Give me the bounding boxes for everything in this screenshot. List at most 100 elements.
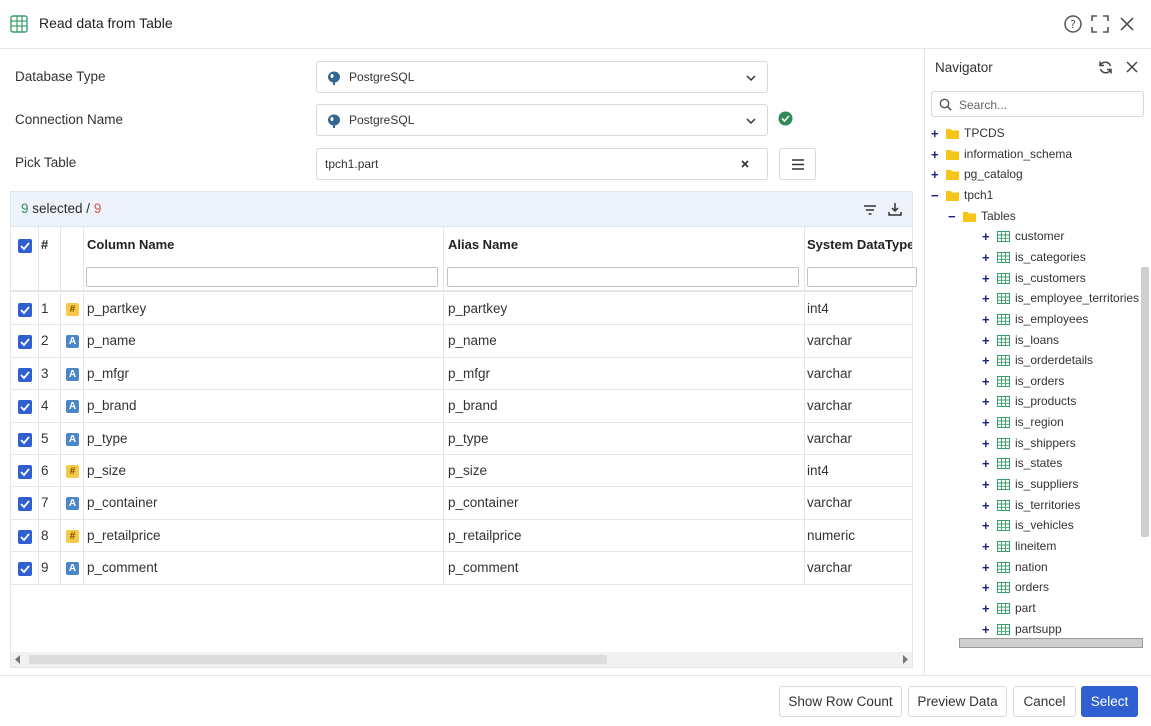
alias-name-cell[interactable]: p_retailprice <box>448 528 522 543</box>
row-checkbox[interactable] <box>18 562 32 577</box>
table-row[interactable]: 1 # p_partkey p_partkey int4 <box>11 293 912 326</box>
expand-icon[interactable]: + <box>982 499 992 512</box>
expand-icon[interactable]: + <box>982 478 992 491</box>
alias-name-cell[interactable]: p_mfgr <box>448 366 490 381</box>
horizontal-scrollbar[interactable] <box>11 652 912 667</box>
preview-data-button[interactable]: Preview Data <box>908 686 1007 717</box>
table-row[interactable]: 4 Ap_brand p_brand varchar <box>11 390 912 423</box>
col-divider <box>60 487 61 520</box>
system-datatype-cell: int4 <box>807 301 829 316</box>
expand-icon[interactable]: + <box>982 416 992 429</box>
scroll-right-icon[interactable] <box>901 655 909 664</box>
table-row[interactable]: 3 Ap_mfgr p_mfgr varchar <box>11 357 912 391</box>
system-datatype-cell: varchar <box>807 333 853 349</box>
column-name-filter-input[interactable] <box>86 267 438 287</box>
row-checkbox[interactable] <box>18 367 32 382</box>
col-divider <box>804 487 805 520</box>
alias-name-cell[interactable]: p_name <box>448 333 497 348</box>
row-checkbox[interactable] <box>18 432 32 447</box>
row-checkbox[interactable] <box>18 497 32 512</box>
expand-icon[interactable]: + <box>982 395 992 408</box>
expand-icon[interactable]: + <box>982 519 992 532</box>
clear-icon[interactable] <box>739 158 751 170</box>
col-divider <box>443 519 444 552</box>
row-checkbox[interactable] <box>18 303 32 317</box>
col-divider <box>38 390 39 423</box>
system-datatype-filter-input[interactable] <box>807 267 917 287</box>
filter-icon[interactable] <box>863 203 877 217</box>
help-icon[interactable]: ? <box>1063 14 1083 34</box>
col-divider <box>60 455 61 487</box>
navigator-vertical-scrollbar[interactable] <box>1141 267 1149 537</box>
scroll-left-icon[interactable] <box>14 655 22 664</box>
database-type-select[interactable]: PostgreSQL <box>316 61 768 93</box>
show-row-count-button[interactable]: Show Row Count <box>779 686 902 717</box>
table-row[interactable]: 5 Ap_type p_type varchar <box>11 422 912 455</box>
select-button[interactable]: Select <box>1081 686 1138 717</box>
alias-name-cell[interactable]: p_partkey <box>448 301 507 316</box>
header-alias-name[interactable]: Alias Name <box>448 237 798 252</box>
navigator-search-input[interactable]: Search... <box>931 91 1144 117</box>
select-all-checkbox[interactable] <box>18 239 32 253</box>
expand-icon[interactable]: + <box>982 457 992 470</box>
chevron-down-icon <box>746 118 756 125</box>
header-column-name[interactable]: Column Name <box>87 237 437 252</box>
column-name-cell: p_mfgr <box>87 365 130 381</box>
tree-node-label: tpch1 <box>964 187 994 202</box>
expand-icon[interactable]: + <box>982 581 992 594</box>
expand-icon[interactable]: + <box>982 437 992 450</box>
pick-table-input[interactable]: tpch1.part <box>316 148 768 180</box>
table-row[interactable]: 8 # p_retailprice p_retailprice numeric <box>11 519 912 553</box>
col-divider <box>38 227 39 291</box>
alias-name-filter-input[interactable] <box>447 267 799 287</box>
table-icon <box>997 375 1010 387</box>
connection-name-select[interactable]: PostgreSQL <box>316 104 768 136</box>
expand-icon[interactable]: + <box>982 602 992 615</box>
expand-icon[interactable]: + <box>982 540 992 553</box>
expand-icon[interactable]: + <box>982 561 992 574</box>
collapse-icon[interactable]: − <box>948 210 958 223</box>
postgresql-icon <box>328 71 340 85</box>
expand-icon[interactable]: + <box>982 313 992 326</box>
header-system-datatype[interactable]: System DataType <box>807 237 912 252</box>
expand-icon[interactable]: + <box>982 623 992 636</box>
close-icon[interactable] <box>1125 60 1139 74</box>
table-menu-button[interactable] <box>779 148 816 180</box>
close-icon[interactable] <box>1117 14 1137 34</box>
expand-icon[interactable]: + <box>982 230 992 243</box>
pick-table-value: tpch1.part <box>325 157 379 171</box>
alias-name-cell[interactable]: p_comment <box>448 560 519 575</box>
maximize-icon[interactable] <box>1090 14 1110 34</box>
cancel-button[interactable]: Cancel <box>1013 686 1076 717</box>
col-divider <box>38 487 39 520</box>
expand-icon[interactable]: + <box>931 148 941 161</box>
scroll-thumb[interactable] <box>29 655 607 664</box>
expand-icon[interactable]: + <box>982 272 992 285</box>
refresh-icon[interactable] <box>1098 60 1113 75</box>
expand-icon[interactable]: + <box>982 354 992 367</box>
row-checkbox[interactable] <box>18 335 32 350</box>
table-row[interactable]: 9 Ap_comment p_comment varchar <box>11 552 912 585</box>
table-row[interactable]: 7 Ap_container p_container varchar <box>11 487 912 520</box>
alias-name-cell[interactable]: p_container <box>448 495 519 510</box>
tree-node-label: is_categories <box>1015 249 1086 264</box>
row-checkbox[interactable] <box>18 465 32 479</box>
navigator-horizontal-scrollbar[interactable] <box>959 638 1143 648</box>
expand-icon[interactable]: + <box>931 127 941 140</box>
row-checkbox[interactable] <box>18 529 32 544</box>
table-row[interactable]: 2 Ap_name p_name varchar <box>11 325 912 358</box>
expand-icon[interactable]: + <box>982 334 992 347</box>
row-checkbox[interactable] <box>18 400 32 415</box>
expand-icon[interactable]: + <box>982 375 992 388</box>
alias-name-cell[interactable]: p_size <box>448 463 487 478</box>
expand-icon[interactable]: + <box>982 251 992 264</box>
download-icon[interactable] <box>888 202 902 216</box>
collapse-icon[interactable]: − <box>931 189 941 202</box>
alias-name-cell[interactable]: p_type <box>448 431 489 446</box>
expand-icon[interactable]: + <box>931 168 941 181</box>
table-row[interactable]: 6 # p_size p_size int4 <box>11 455 912 488</box>
alias-name-cell[interactable]: p_brand <box>448 398 498 413</box>
grid-header: # Column Name Alias Name System DataType <box>11 226 917 292</box>
expand-icon[interactable]: + <box>982 292 992 305</box>
system-datatype-cell: numeric <box>807 527 856 543</box>
